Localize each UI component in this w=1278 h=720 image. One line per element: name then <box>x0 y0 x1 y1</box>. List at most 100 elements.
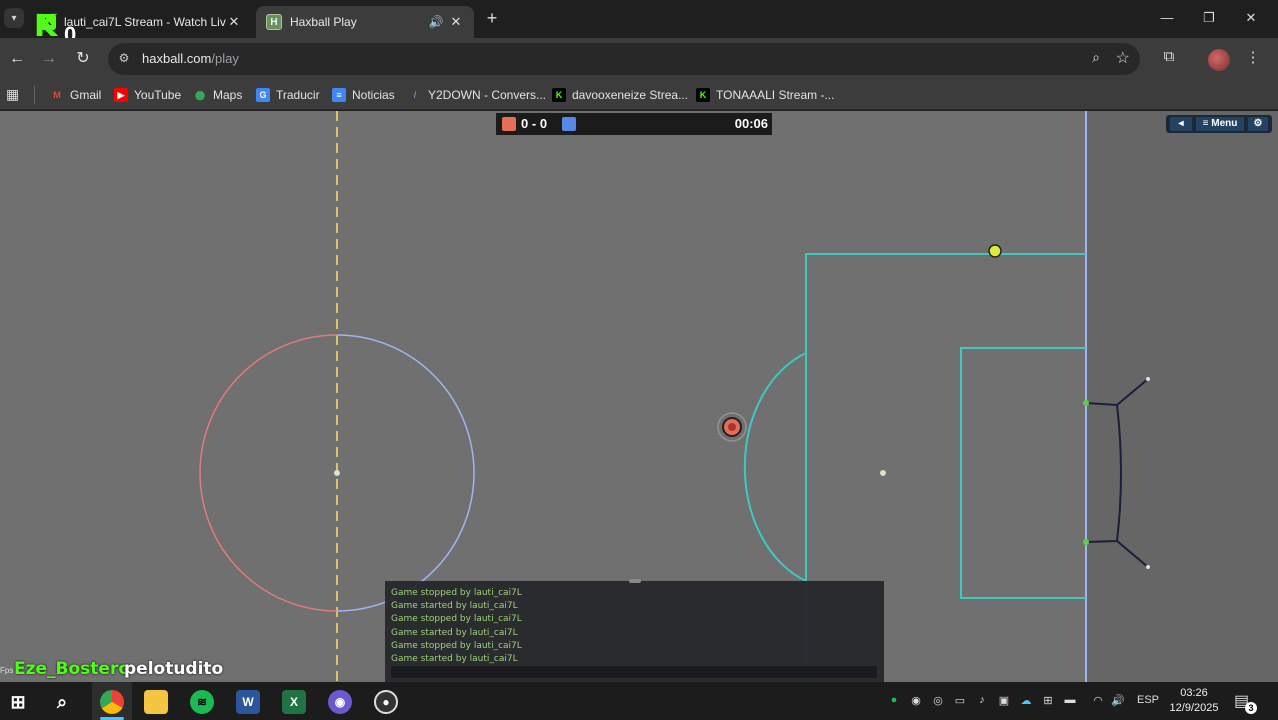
excel-icon[interactable]: X <box>282 690 306 714</box>
maps-icon: ⬤ <box>194 89 206 100</box>
goal-area <box>960 347 1086 599</box>
menu-button[interactable]: ≡ Menu <box>1196 117 1244 131</box>
discord-icon[interactable]: ◉ <box>328 690 352 714</box>
game-menu-bar: ◂ ≡ Menu ⚙ <box>1166 115 1272 133</box>
game-chat: Game stopped by lauti_cai7L Game started… <box>385 579 884 682</box>
bookmark-y2down[interactable]: / Y2DOWN - Convers... <box>408 86 546 104</box>
chat-log: Game stopped by lauti_cai7L Game started… <box>391 587 522 666</box>
translate-icon: G <box>256 88 270 102</box>
gear-icon[interactable]: ⚙ <box>1248 117 1268 131</box>
chat-line: Game started by lauti_cai7L <box>391 627 518 638</box>
penalty-spot <box>880 470 886 476</box>
y2down-icon: / <box>413 90 417 100</box>
bookmark-maps[interactable]: ⬤ Maps <box>193 86 242 104</box>
bookmark-davooxeneize[interactable]: Kdavooxeneize Strea... <box>552 86 688 104</box>
windows-taskbar: ⊞ ⌕ ≋ W X ◉ ● ● ◉ ◎ ▭ ♪ ▣ ☁ ⊞ ▬ ◠ 🔊 ESP … <box>0 682 1278 720</box>
windows-tray-icon[interactable]: ⊞ <box>1040 694 1056 710</box>
notification-count: 3 <box>1245 702 1257 714</box>
microphone-tray-icon[interactable]: ♪ <box>974 694 990 710</box>
red-team-icon <box>502 117 516 131</box>
tab-strip: ▾ K lauti_cai7L Stream - Watch Live ✕ K … <box>0 0 1278 47</box>
bookmark-gmail[interactable]: M Gmail <box>50 86 101 104</box>
bookmark-star-icon[interactable]: ☆ <box>1116 48 1130 68</box>
close-icon[interactable]: ✕ <box>448 14 464 30</box>
browser-toolbar: ← → ↻ ⚙ haxball.com/play ⌕ ☆ ⧉ ⋮ <box>0 38 1278 80</box>
kick-icon: K <box>696 88 710 102</box>
chat-line: Game started by lauti_cai7L <box>391 654 518 665</box>
net-anchor-bottom <box>1146 565 1150 569</box>
bookmarks-divider <box>34 86 35 104</box>
language-indicator[interactable]: ESP <box>1137 694 1159 706</box>
haxball-icon: H <box>266 14 282 30</box>
penalty-arc <box>743 352 807 582</box>
file-explorer-icon[interactable] <box>144 690 168 714</box>
tab-search-button[interactable]: ▾ <box>4 8 24 28</box>
site-info-icon[interactable]: ⚙ <box>116 51 132 67</box>
news-icon: ≡ <box>332 88 346 102</box>
discord-tray-icon[interactable]: ◉ <box>908 694 924 710</box>
chat-input[interactable] <box>391 666 877 678</box>
spotify-tray-icon[interactable]: ● <box>886 694 902 710</box>
profile-avatar[interactable] <box>1208 49 1230 71</box>
security-tray-icon[interactable]: ▣ <box>996 694 1012 710</box>
close-icon[interactable]: ✕ <box>226 14 242 30</box>
chat-line: Game stopped by lauti_cai7L <box>391 640 522 651</box>
bookmark-tonaaali[interactable]: K TONAAALI Stream -... <box>696 86 834 104</box>
ball <box>988 244 1002 258</box>
haxball-game-canvas[interactable]: 0 - 0 00:06 ◂ ≡ Menu ⚙ Game stopped by l… <box>0 111 1278 682</box>
forward-icon[interactable]: → <box>38 48 60 70</box>
arrow-left-icon[interactable]: ◂ <box>1170 117 1192 131</box>
more-menu-icon[interactable]: ⋮ <box>1242 48 1264 66</box>
center-circle-blue-half <box>336 334 475 612</box>
zoom-icon[interactable]: ⌕ <box>1092 49 1100 66</box>
score-text: 0 - 0 <box>521 116 548 131</box>
windows-start-icon[interactable]: ⊞ <box>6 690 30 714</box>
speaker-icon[interactable]: 🔊 <box>428 15 444 29</box>
cloud-tray-icon[interactable]: ☁ <box>1018 694 1034 710</box>
address-bar[interactable]: ⚙ haxball.com/play ⌕ ☆ <box>108 43 1140 75</box>
close-window-icon[interactable]: ✕ <box>1236 8 1266 28</box>
url-text[interactable]: haxball.com/play <box>142 51 239 66</box>
bookmark-noticias[interactable]: ≡ Noticias <box>332 86 395 104</box>
volume-icon[interactable]: 🔊 <box>1110 694 1126 710</box>
extensions-icon[interactable]: ⧉ <box>1158 48 1180 65</box>
chat-line: Game stopped by lauti_cai7L <box>391 588 522 598</box>
network-tray-icon[interactable]: ▭ <box>952 694 968 710</box>
search-icon[interactable]: ⌕ <box>50 690 74 714</box>
chevron-down-icon: ▾ <box>11 12 17 24</box>
kick-icon: K <box>552 88 566 102</box>
tab-haxball-play[interactable]: H Haxball Play 🔊 ✕ <box>256 6 474 38</box>
minimize-icon[interactable]: — <box>1152 8 1182 28</box>
wifi-icon[interactable]: ◠ <box>1090 694 1106 710</box>
battery-tray-icon[interactable]: ▬ <box>1062 694 1078 710</box>
bookmark-youtube[interactable]: ▶ YouTube <box>114 86 181 104</box>
bookmark-traducir[interactable]: G Traducir <box>256 86 320 104</box>
chat-resize-handle[interactable] <box>629 579 641 583</box>
back-icon[interactable]: ← <box>6 48 28 70</box>
obs-icon[interactable]: ● <box>374 690 398 714</box>
fps-label: Fps <box>0 666 14 675</box>
apps-grid-icon[interactable]: ▦ <box>6 86 22 102</box>
chat-line: Game started by lauti_cai7L <box>391 601 518 612</box>
word-icon[interactable]: W <box>236 690 260 714</box>
center-circle-red-half <box>199 334 338 612</box>
tab-title: lauti_cai7L Stream - Watch Live <box>64 15 226 29</box>
new-tab-button[interactable]: + <box>482 8 502 28</box>
blue-team-icon <box>562 117 576 131</box>
gmail-icon: M <box>53 90 61 100</box>
chrome-icon[interactable] <box>100 690 124 714</box>
restore-icon[interactable]: ❐ <box>1194 8 1224 28</box>
net-anchor-top <box>1146 377 1150 381</box>
goal-post-top <box>1083 400 1089 406</box>
goal-post-bottom <box>1083 539 1089 545</box>
youtube-icon: ▶ <box>114 88 128 102</box>
system-clock[interactable]: 03:26 12/9/2025 <box>1168 686 1220 716</box>
player-avatar-mark <box>728 423 736 431</box>
spotify-icon[interactable]: ≋ <box>190 690 214 714</box>
stream-chat-message: pelotudito <box>124 659 224 679</box>
center-spot <box>334 470 340 476</box>
chat-line: Game stopped by lauti_cai7L <box>391 614 522 625</box>
tab-title: Haxball Play <box>290 15 357 29</box>
reload-icon[interactable]: ↻ <box>72 48 94 70</box>
obs-tray-icon[interactable]: ◎ <box>930 694 946 710</box>
